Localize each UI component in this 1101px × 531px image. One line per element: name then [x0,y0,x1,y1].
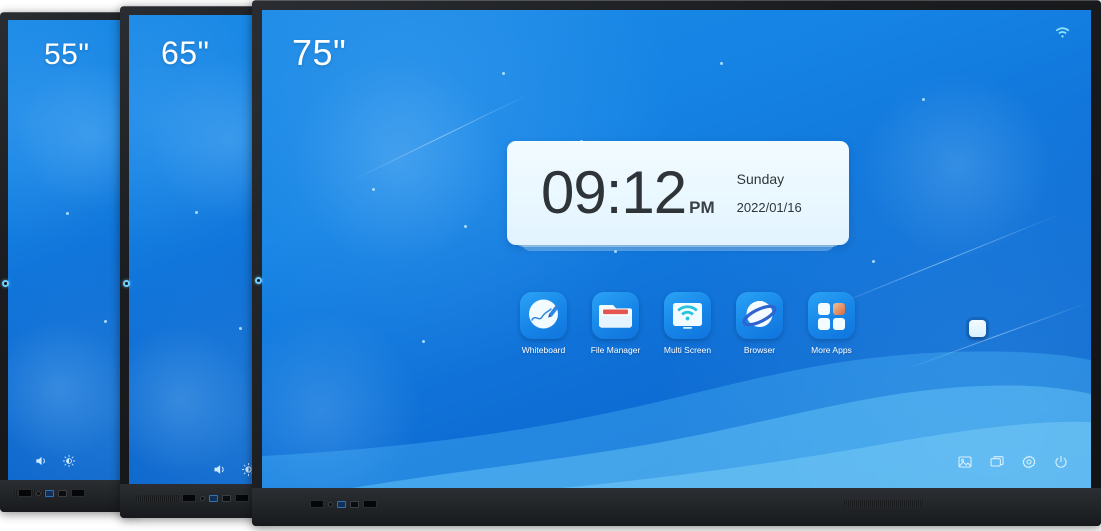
panel-65-ports [182,494,249,502]
port-usb [350,500,359,508]
panel-size-label-65: 65" [161,35,210,71]
wallpaper-streak [351,92,532,181]
port-lan [71,489,85,497]
speaker-icon[interactable] [212,462,227,477]
wallpaper-dot [66,212,69,215]
wallpaper-dot [372,188,375,191]
app-label: Whiteboard [521,345,566,355]
port-hdmi [310,500,324,508]
wallpaper-blob [292,55,502,265]
clock-weekday: Sunday [736,171,785,187]
panel-55-ports [18,489,85,497]
port-usb [222,494,231,502]
wallpaper-dot [104,320,107,323]
wallpaper-dot [502,72,505,75]
screen-cast-icon[interactable] [989,454,1005,470]
port-usb [58,489,67,497]
clock-card[interactable]: 09:12 PM Sunday 2022/01/16 [507,141,849,245]
clock-time: 09:12 [541,159,687,226]
system-tray [957,454,1069,470]
panel-65-sensor-dot [123,280,130,287]
port-hdmi [182,494,196,502]
app-browser[interactable]: Browser [735,292,784,355]
panel-75-chin [252,488,1101,526]
clock-ampm: PM [689,198,715,217]
panel-65-screen: 65" [129,15,266,490]
app-label: More Apps [811,345,852,355]
wallpaper-dot [422,340,425,343]
wallpaper-dot [239,327,242,330]
port-usb3 [45,489,54,497]
speaker-grille [844,500,924,507]
brightness-icon[interactable] [62,454,76,468]
app-more-apps[interactable]: More Apps [807,292,856,355]
clock-widget[interactable]: 09:12 PM Sunday 2022/01/16 [507,141,849,267]
wallpaper-dot [195,211,198,214]
clock-date-group: Sunday 2022/01/16 [737,171,802,215]
wallpaper-blob [18,60,132,210]
wallpaper-blob [149,57,266,222]
app-label: Browser [743,345,776,355]
app-whiteboard[interactable]: Whiteboard [519,292,568,355]
panel-55-screen: 55" [8,20,132,480]
panel-55-controls[interactable] [34,454,76,468]
wallpaper-dot [922,98,925,101]
port-hdmi [18,489,32,497]
panel-75-ports [310,500,377,508]
wallpaper-streak [901,301,1091,371]
globe-icon[interactable] [736,292,783,339]
power-icon[interactable] [1053,454,1069,470]
port-usb3 [209,494,218,502]
image-icon[interactable] [957,454,973,470]
panel-75-sensor-dot [255,277,262,284]
panel-size-label-55: 55" [44,38,90,71]
grid-apps-icon[interactable] [808,292,855,339]
gear-icon[interactable] [1021,454,1037,470]
wallpaper-dot [872,260,875,263]
panel-65-controls[interactable] [212,462,256,477]
clock-date: 2022/01/16 [736,200,802,215]
panel-55-sensor-dot [2,280,9,287]
port-lan [363,500,377,508]
port-audio [200,495,205,501]
scene: 55" 65" 75" 09:12 PM Sunday 2022/01/16 W… [0,0,1101,531]
port-usb3 [337,500,346,508]
folder-icon[interactable] [592,292,639,339]
wallpaper-blob [862,70,1052,260]
wifi-cast-icon[interactable] [664,292,711,339]
wallpaper-dot [720,62,723,65]
panel-size-label-75: 75" [292,32,347,73]
panel-55-chin [0,480,140,512]
wallpaper-blob [8,320,128,460]
app-dock: Whiteboard File Manager Multi Screen Bro… [519,292,856,355]
panel-55[interactable]: 55" [0,12,140,512]
port-audio [328,501,333,507]
wallpaper-streak [821,212,1064,311]
speaker-grille [136,495,180,502]
wallpaper-blob [262,310,422,488]
whiteboard-icon[interactable] [520,292,567,339]
panel-75-screen: 75" 09:12 PM Sunday 2022/01/16 Whiteboar… [262,10,1091,488]
wallpaper-blob [129,325,254,475]
speaker-icon[interactable] [34,454,48,468]
clock-time-group: 09:12 PM [541,163,715,223]
app-multi-screen[interactable]: Multi Screen [663,292,712,355]
port-lan [235,494,249,502]
port-audio [36,490,41,496]
wifi-icon[interactable] [1054,24,1071,46]
app-label: Multi Screen [663,345,712,355]
panel-75[interactable]: 75" 09:12 PM Sunday 2022/01/16 Whiteboar… [252,0,1101,526]
wallpaper-dot [464,225,467,228]
side-menu-toggle[interactable] [969,320,986,337]
app-label: File Manager [590,345,641,355]
app-file-manager[interactable]: File Manager [591,292,640,355]
